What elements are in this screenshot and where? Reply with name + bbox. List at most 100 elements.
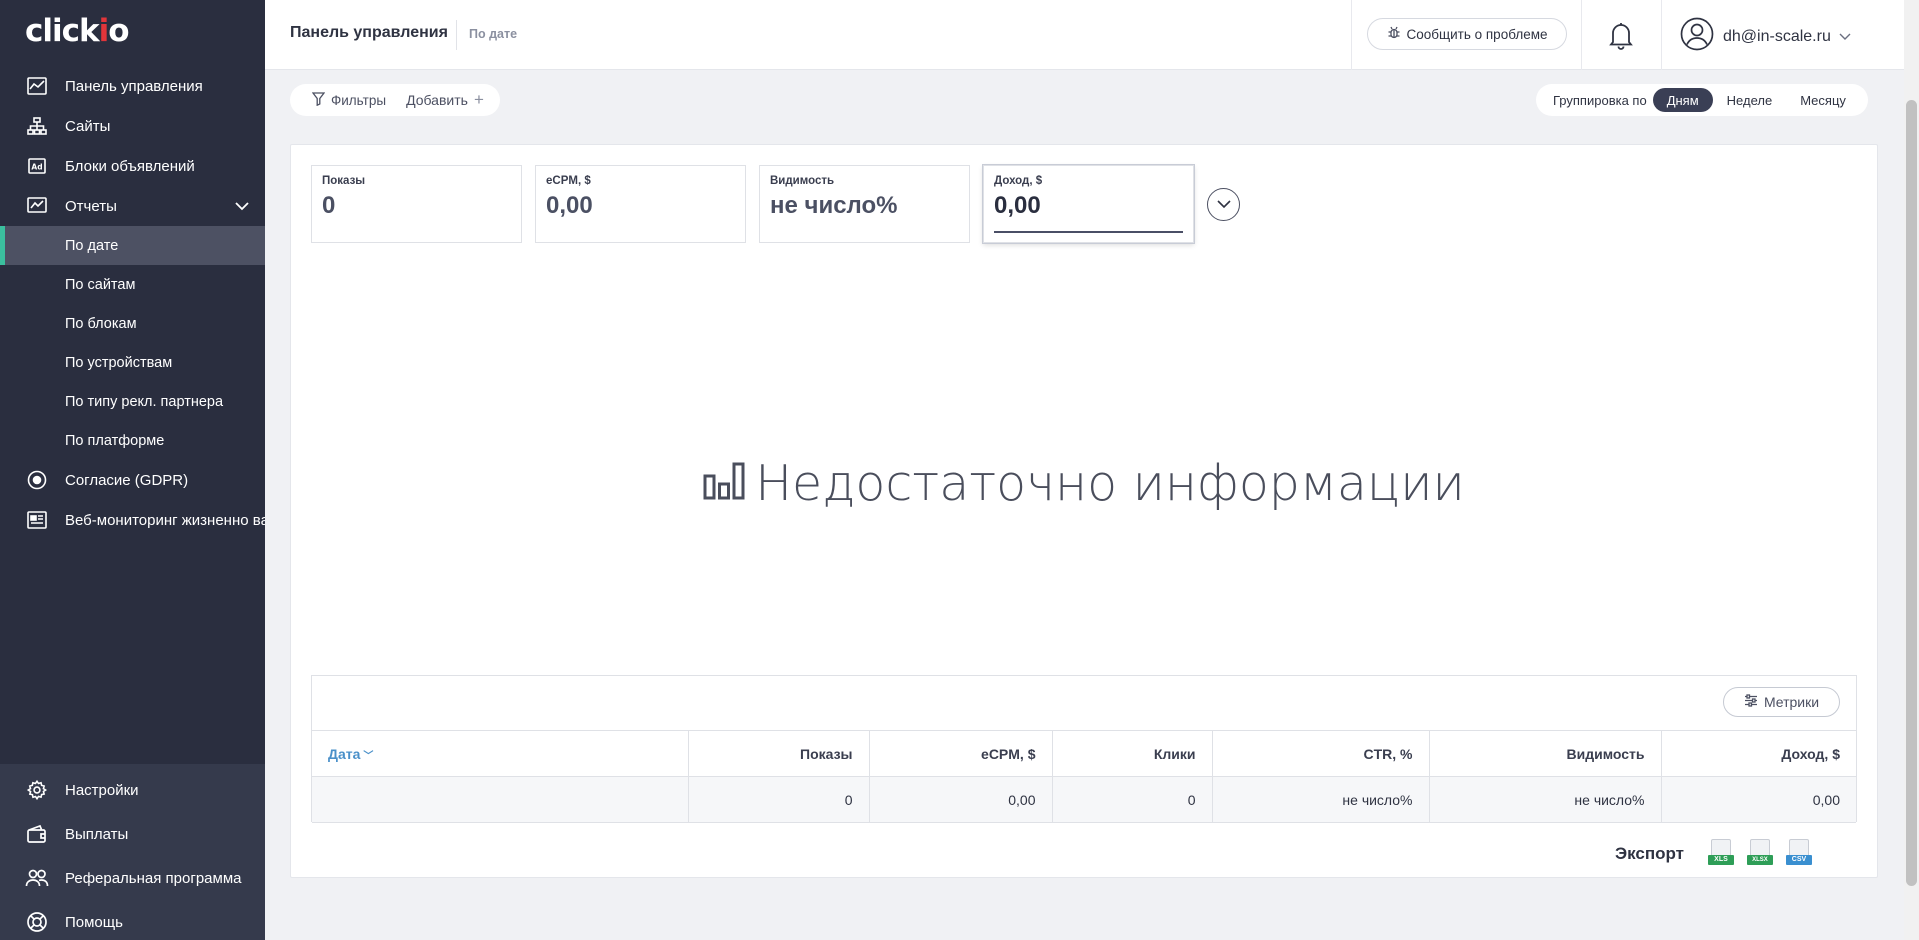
column-header-date[interactable]: Дата ﹀ <box>312 730 689 777</box>
group-by-days-button[interactable]: Дням <box>1652 88 1713 112</box>
grouping-selector: Группировка по Дням Неделе Месяцу <box>1536 84 1868 116</box>
gear-icon <box>25 778 49 802</box>
sidebar-item-referral[interactable]: Реферальная программа <box>0 856 265 900</box>
metric-label: eCPM, $ <box>546 175 591 187</box>
header-divider <box>1581 0 1582 70</box>
metric-label: Показы <box>322 175 366 187</box>
metric-label: Видимость <box>770 175 835 187</box>
sidebar-subitem-label: По дате <box>65 237 119 254</box>
table-cell-impressions: 0 <box>687 776 870 823</box>
sidebar-subitem-by-platform[interactable]: По платформе <box>0 421 265 460</box>
sidebar-subitem-by-partner-type[interactable]: По типу рекл. партнера <box>0 382 265 421</box>
sidebar-bottom-nav: Настройки Выплаты Реферальная программа … <box>0 764 265 940</box>
column-header-revenue[interactable]: Доход, $ <box>1660 730 1856 777</box>
sidebar-subitem-label: По устройствам <box>65 354 173 371</box>
metric-card-viewability[interactable]: Видимость не число% <box>759 165 970 243</box>
filter-funnel-icon <box>311 91 331 109</box>
metric-value: не число% <box>770 192 898 219</box>
metrics-settings-button[interactable]: Метрики <box>1723 687 1840 717</box>
report-problem-label: Сообщить о проблеме <box>1406 26 1548 42</box>
sidebar-item-payouts[interactable]: Выплаты <box>0 812 265 856</box>
logo-text-o: o <box>108 13 129 49</box>
column-header-viewability[interactable]: Видимость <box>1428 730 1662 777</box>
table-cell-ctr: не число% <box>1211 776 1430 823</box>
bell-icon[interactable] <box>1608 20 1634 55</box>
page-scrollbar[interactable] <box>1904 0 1919 940</box>
sitemap-icon <box>25 114 49 138</box>
sidebar-item-label: Выплаты <box>65 825 129 843</box>
sidebar-item-settings[interactable]: Настройки <box>0 768 265 812</box>
filters-bar: Фильтры Добавить + <box>290 84 500 116</box>
sidebar-subitem-by-sites[interactable]: По сайтам <box>0 265 265 304</box>
report-table-container: Метрики Дата ﹀ Показы eCPM, $ Клики CTR, … <box>311 675 1857 823</box>
add-filter-button[interactable]: Добавить + <box>406 90 484 110</box>
metric-value: 0 <box>322 192 336 219</box>
plus-icon: + <box>473 90 484 109</box>
table-header-row: Дата ﹀ Показы eCPM, $ Клики CTR, % Видимо… <box>312 730 1856 777</box>
sidebar-item-label: Настройки <box>65 781 139 799</box>
help-lifebuoy-icon <box>25 910 49 934</box>
chevron-down-icon <box>235 198 249 215</box>
sidebar-subitem-label: По сайтам <box>65 276 136 293</box>
column-header-ecpm[interactable]: eCPM, $ <box>868 730 1053 777</box>
expand-metrics-button[interactable] <box>1207 188 1240 221</box>
add-filter-label: Добавить <box>406 92 468 108</box>
sidebar-nav: Панель управления Сайты Ad Блоки объявле… <box>0 66 265 540</box>
column-header-impressions[interactable]: Показы <box>687 730 870 777</box>
sidebar-subitem-by-blocks[interactable]: По блокам <box>0 304 265 343</box>
chart-empty-state: Недостаточно информации <box>291 455 1877 512</box>
ad-block-icon: Ad <box>25 154 49 178</box>
file-format-tag: CSV <box>1785 855 1812 865</box>
export-xlsx-icon[interactable]: XLSX <box>1746 839 1773 869</box>
user-email: dh@in-scale.ru <box>1723 27 1831 45</box>
sidebar-item-ad-blocks[interactable]: Ad Блоки объявлений <box>0 146 265 186</box>
sidebar-subitem-by-date[interactable]: По дате <box>0 226 265 265</box>
report-problem-button[interactable]: Сообщить о проблеме <box>1367 18 1567 50</box>
table-cell-date <box>312 776 689 823</box>
active-metric-underline <box>994 231 1183 233</box>
page-title: Панель управления <box>290 24 448 41</box>
metric-card-revenue[interactable]: Доход, $ 0,00 <box>983 165 1194 243</box>
export-xls-icon[interactable]: XLS <box>1707 839 1734 869</box>
sidebar-item-sites[interactable]: Сайты <box>0 106 265 146</box>
table-cell-viewability: не число% <box>1428 776 1662 823</box>
clickio-logo[interactable]: click i o <box>25 10 130 52</box>
wallet-icon <box>25 822 49 846</box>
sidebar-item-reports[interactable]: Отчеты <box>0 186 265 226</box>
scrollbar-thumb[interactable] <box>1906 100 1917 886</box>
report-table: Дата ﹀ Показы eCPM, $ Клики CTR, % Видимо… <box>312 730 1856 823</box>
filters-label: Фильтры <box>331 92 387 108</box>
group-by-month-button[interactable]: Месяцу <box>1786 88 1860 112</box>
chevron-down-icon <box>1839 28 1851 46</box>
logo-text: click <box>25 13 100 49</box>
sliders-icon <box>1744 694 1764 710</box>
user-menu[interactable]: dh@in-scale.ru <box>1680 17 1851 56</box>
sidebar-item-label: Помощь <box>65 913 123 931</box>
sidebar-item-help[interactable]: Помощь <box>0 900 265 940</box>
users-icon <box>25 866 49 890</box>
metric-label: Доход, $ <box>994 175 1043 187</box>
breadcrumb[interactable]: По дате <box>469 27 517 41</box>
metric-value: 0,00 <box>546 192 593 219</box>
export-csv-icon[interactable]: CSV <box>1785 839 1812 869</box>
column-header-clicks[interactable]: Клики <box>1051 730 1213 777</box>
sidebar-item-label: Веб-мониторинг жизненно ва <box>65 511 265 529</box>
group-by-week-button[interactable]: Неделе <box>1713 88 1787 112</box>
table-row: 0 0,00 0 не число% не число% 0,00 <box>312 776 1856 823</box>
sidebar-item-dashboard[interactable]: Панель управления <box>0 66 265 106</box>
sidebar-subitem-label: По платформе <box>65 432 165 449</box>
sidebar-item-gdpr[interactable]: Согласие (GDPR) <box>0 460 265 500</box>
sidebar-subitem-by-devices[interactable]: По устройствам <box>0 343 265 382</box>
empty-state-message: Недостаточно информации <box>755 455 1465 512</box>
sidebar-item-web-monitoring[interactable]: Веб-мониторинг жизненно ва <box>0 500 265 540</box>
export-label: Экспорт <box>1615 844 1684 863</box>
header-divider <box>1351 0 1352 70</box>
sidebar-subitem-label: По блокам <box>65 315 137 332</box>
metric-card-impressions[interactable]: Показы 0 <box>311 165 522 243</box>
chevron-down-icon <box>1216 196 1231 214</box>
table-cell-ecpm: 0,00 <box>868 776 1053 823</box>
metric-card-ecpm[interactable]: eCPM, $ 0,00 <box>535 165 746 243</box>
filters-button[interactable]: Фильтры <box>311 91 387 109</box>
column-header-ctr[interactable]: CTR, % <box>1211 730 1430 777</box>
table-cell-clicks: 0 <box>1051 776 1213 823</box>
